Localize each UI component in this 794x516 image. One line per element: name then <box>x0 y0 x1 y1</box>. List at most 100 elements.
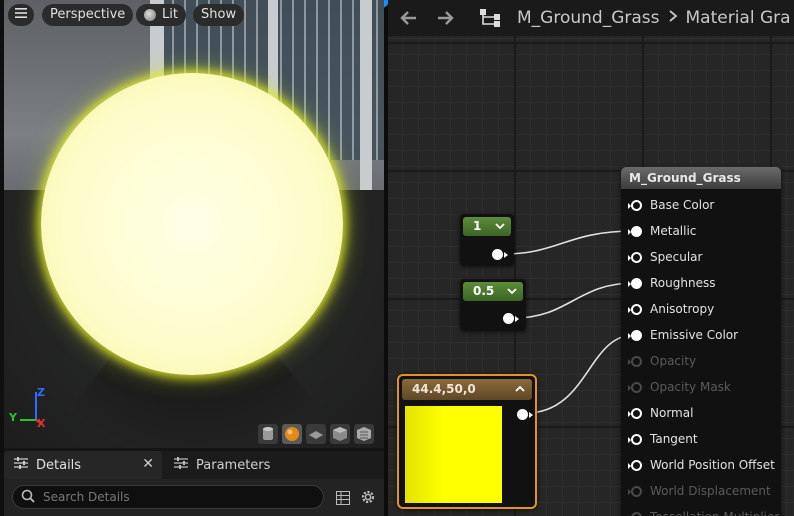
background-building-pillar <box>360 0 372 200</box>
hamburger-icon <box>15 4 27 26</box>
tab-details[interactable]: Details ✕ <box>4 451 162 479</box>
constant-value: 1 <box>473 219 482 233</box>
input-pin[interactable] <box>628 225 642 237</box>
search-input[interactable] <box>43 490 303 504</box>
axis-y-label: Y <box>9 411 17 424</box>
sphere-icon[interactable] <box>282 424 302 444</box>
input-pin-row[interactable]: Emissive Color <box>628 325 739 345</box>
close-icon[interactable]: ✕ <box>142 456 154 472</box>
cylinder-icon[interactable] <box>258 424 278 444</box>
input-pin-label: Anisotropy <box>650 302 715 316</box>
input-pin <box>628 355 642 367</box>
input-pin[interactable] <box>628 433 642 445</box>
input-pin[interactable] <box>628 277 642 289</box>
input-pin-row[interactable]: Specular <box>628 247 703 267</box>
gear-icon[interactable] <box>360 489 376 509</box>
viewport-menu-button[interactable] <box>8 4 34 26</box>
input-pin-row: Tessellation Multiplier <box>628 507 779 516</box>
lit-sphere-icon <box>144 9 156 21</box>
breadcrumb: M_Ground_Grass Material Gra <box>517 0 791 36</box>
tab-details-label: Details <box>36 457 82 473</box>
custom-mesh-icon[interactable] <box>354 424 374 444</box>
constant-node-roughness[interactable]: 0.5 <box>460 279 526 331</box>
forward-arrow-icon[interactable] <box>436 9 456 31</box>
breadcrumb-item[interactable]: Material Gra <box>686 8 791 28</box>
input-pin-label: Metallic <box>650 224 697 238</box>
input-pin-row: World Displacement <box>628 481 771 501</box>
input-pin-row[interactable]: Normal <box>628 403 694 423</box>
vector-parameter-node[interactable]: 44.4,50,0 <box>397 374 537 509</box>
input-pin[interactable] <box>628 329 642 341</box>
cube-icon[interactable] <box>330 424 350 444</box>
input-pin-label: Specular <box>650 250 703 264</box>
input-pin <box>628 485 642 497</box>
input-pin-row[interactable]: Roughness <box>628 273 716 293</box>
input-pin-label: Base Color <box>650 198 715 212</box>
graph-toolbar: M_Ground_Grass Material Gra <box>388 0 794 36</box>
output-pin[interactable] <box>503 313 519 324</box>
search-box[interactable] <box>12 485 324 509</box>
input-pin-label: Roughness <box>650 276 716 290</box>
tab-parameters[interactable]: Parameters <box>174 451 270 479</box>
details-panel: Details ✕ Parameters <box>4 451 384 516</box>
output-pin[interactable] <box>492 249 508 260</box>
material-preview-viewport[interactable]: Perspective Lit Show Z Y X <box>0 0 384 448</box>
input-pin-row[interactable]: Anisotropy <box>628 299 715 319</box>
constant-node-metallic[interactable]: 1 <box>460 214 514 266</box>
input-pin[interactable] <box>628 199 642 211</box>
window-left-border <box>0 0 4 516</box>
input-pin[interactable] <box>628 407 642 419</box>
back-arrow-icon[interactable] <box>398 9 418 31</box>
show-label: Show <box>201 7 237 22</box>
wire-roughness <box>514 282 635 319</box>
table-view-icon[interactable] <box>336 490 350 509</box>
vector-node-header: 44.4,50,0 <box>402 379 532 400</box>
input-pin-label: Normal <box>650 406 694 420</box>
input-pin[interactable] <box>628 459 642 471</box>
input-pin-label: Emissive Color <box>650 328 739 342</box>
hierarchy-icon[interactable] <box>479 8 503 32</box>
input-pin-row: Opacity <box>628 351 697 371</box>
input-pin[interactable] <box>628 303 642 315</box>
chevron-down-icon[interactable] <box>507 282 517 301</box>
input-pin-row: Opacity Mask <box>628 377 731 397</box>
axis-z-label: Z <box>37 386 45 399</box>
wire-emissive <box>525 334 635 414</box>
material-graph-canvas[interactable]: M_Ground_Grass Material Gra 1 0.5 44.4,5… <box>388 0 794 516</box>
tab-parameters-label: Parameters <box>196 457 271 473</box>
wire-metallic <box>503 230 635 255</box>
sliders-icon <box>174 457 188 473</box>
input-pin <box>628 381 642 393</box>
chevron-right-icon <box>668 8 678 28</box>
lit-mode-button[interactable]: Lit <box>136 4 186 26</box>
input-pin-label: Tessellation Multiplier <box>650 510 779 516</box>
input-pin-row[interactable]: Tangent <box>628 429 698 449</box>
axis-gizmo: Z Y X <box>8 386 52 430</box>
color-swatch[interactable] <box>405 406 502 503</box>
show-button[interactable]: Show <box>193 4 245 26</box>
constant-node-header: 1 <box>463 217 511 236</box>
perspective-label: Perspective <box>50 7 126 22</box>
material-result-node[interactable]: M_Ground_Grass Base Color Metallic Specula… <box>621 167 781 516</box>
input-pin-row[interactable]: Base Color <box>628 195 715 215</box>
lit-label: Lit <box>162 7 178 22</box>
constant-value: 0.5 <box>473 284 495 298</box>
input-pin-row[interactable]: World Position Offset <box>628 455 775 475</box>
chevron-up-icon[interactable] <box>515 379 525 400</box>
input-pin[interactable] <box>628 251 642 263</box>
input-pin-label: Opacity <box>650 354 697 368</box>
result-node-header: M_Ground_Grass <box>621 167 781 189</box>
chevron-down-icon[interactable] <box>495 217 505 236</box>
breadcrumb-item[interactable]: M_Ground_Grass <box>517 8 660 28</box>
perspective-button[interactable]: Perspective <box>42 4 134 26</box>
input-pin-row[interactable]: Metallic <box>628 221 697 241</box>
search-icon <box>21 488 35 507</box>
details-body <box>4 479 384 516</box>
plane-icon[interactable] <box>306 424 326 444</box>
preview-sphere <box>41 73 343 375</box>
input-pin-label: World Displacement <box>650 484 771 498</box>
input-pin <box>628 511 642 516</box>
sliders-icon <box>14 457 28 473</box>
output-pin[interactable] <box>517 409 533 420</box>
input-pin-label: Tangent <box>650 432 698 446</box>
